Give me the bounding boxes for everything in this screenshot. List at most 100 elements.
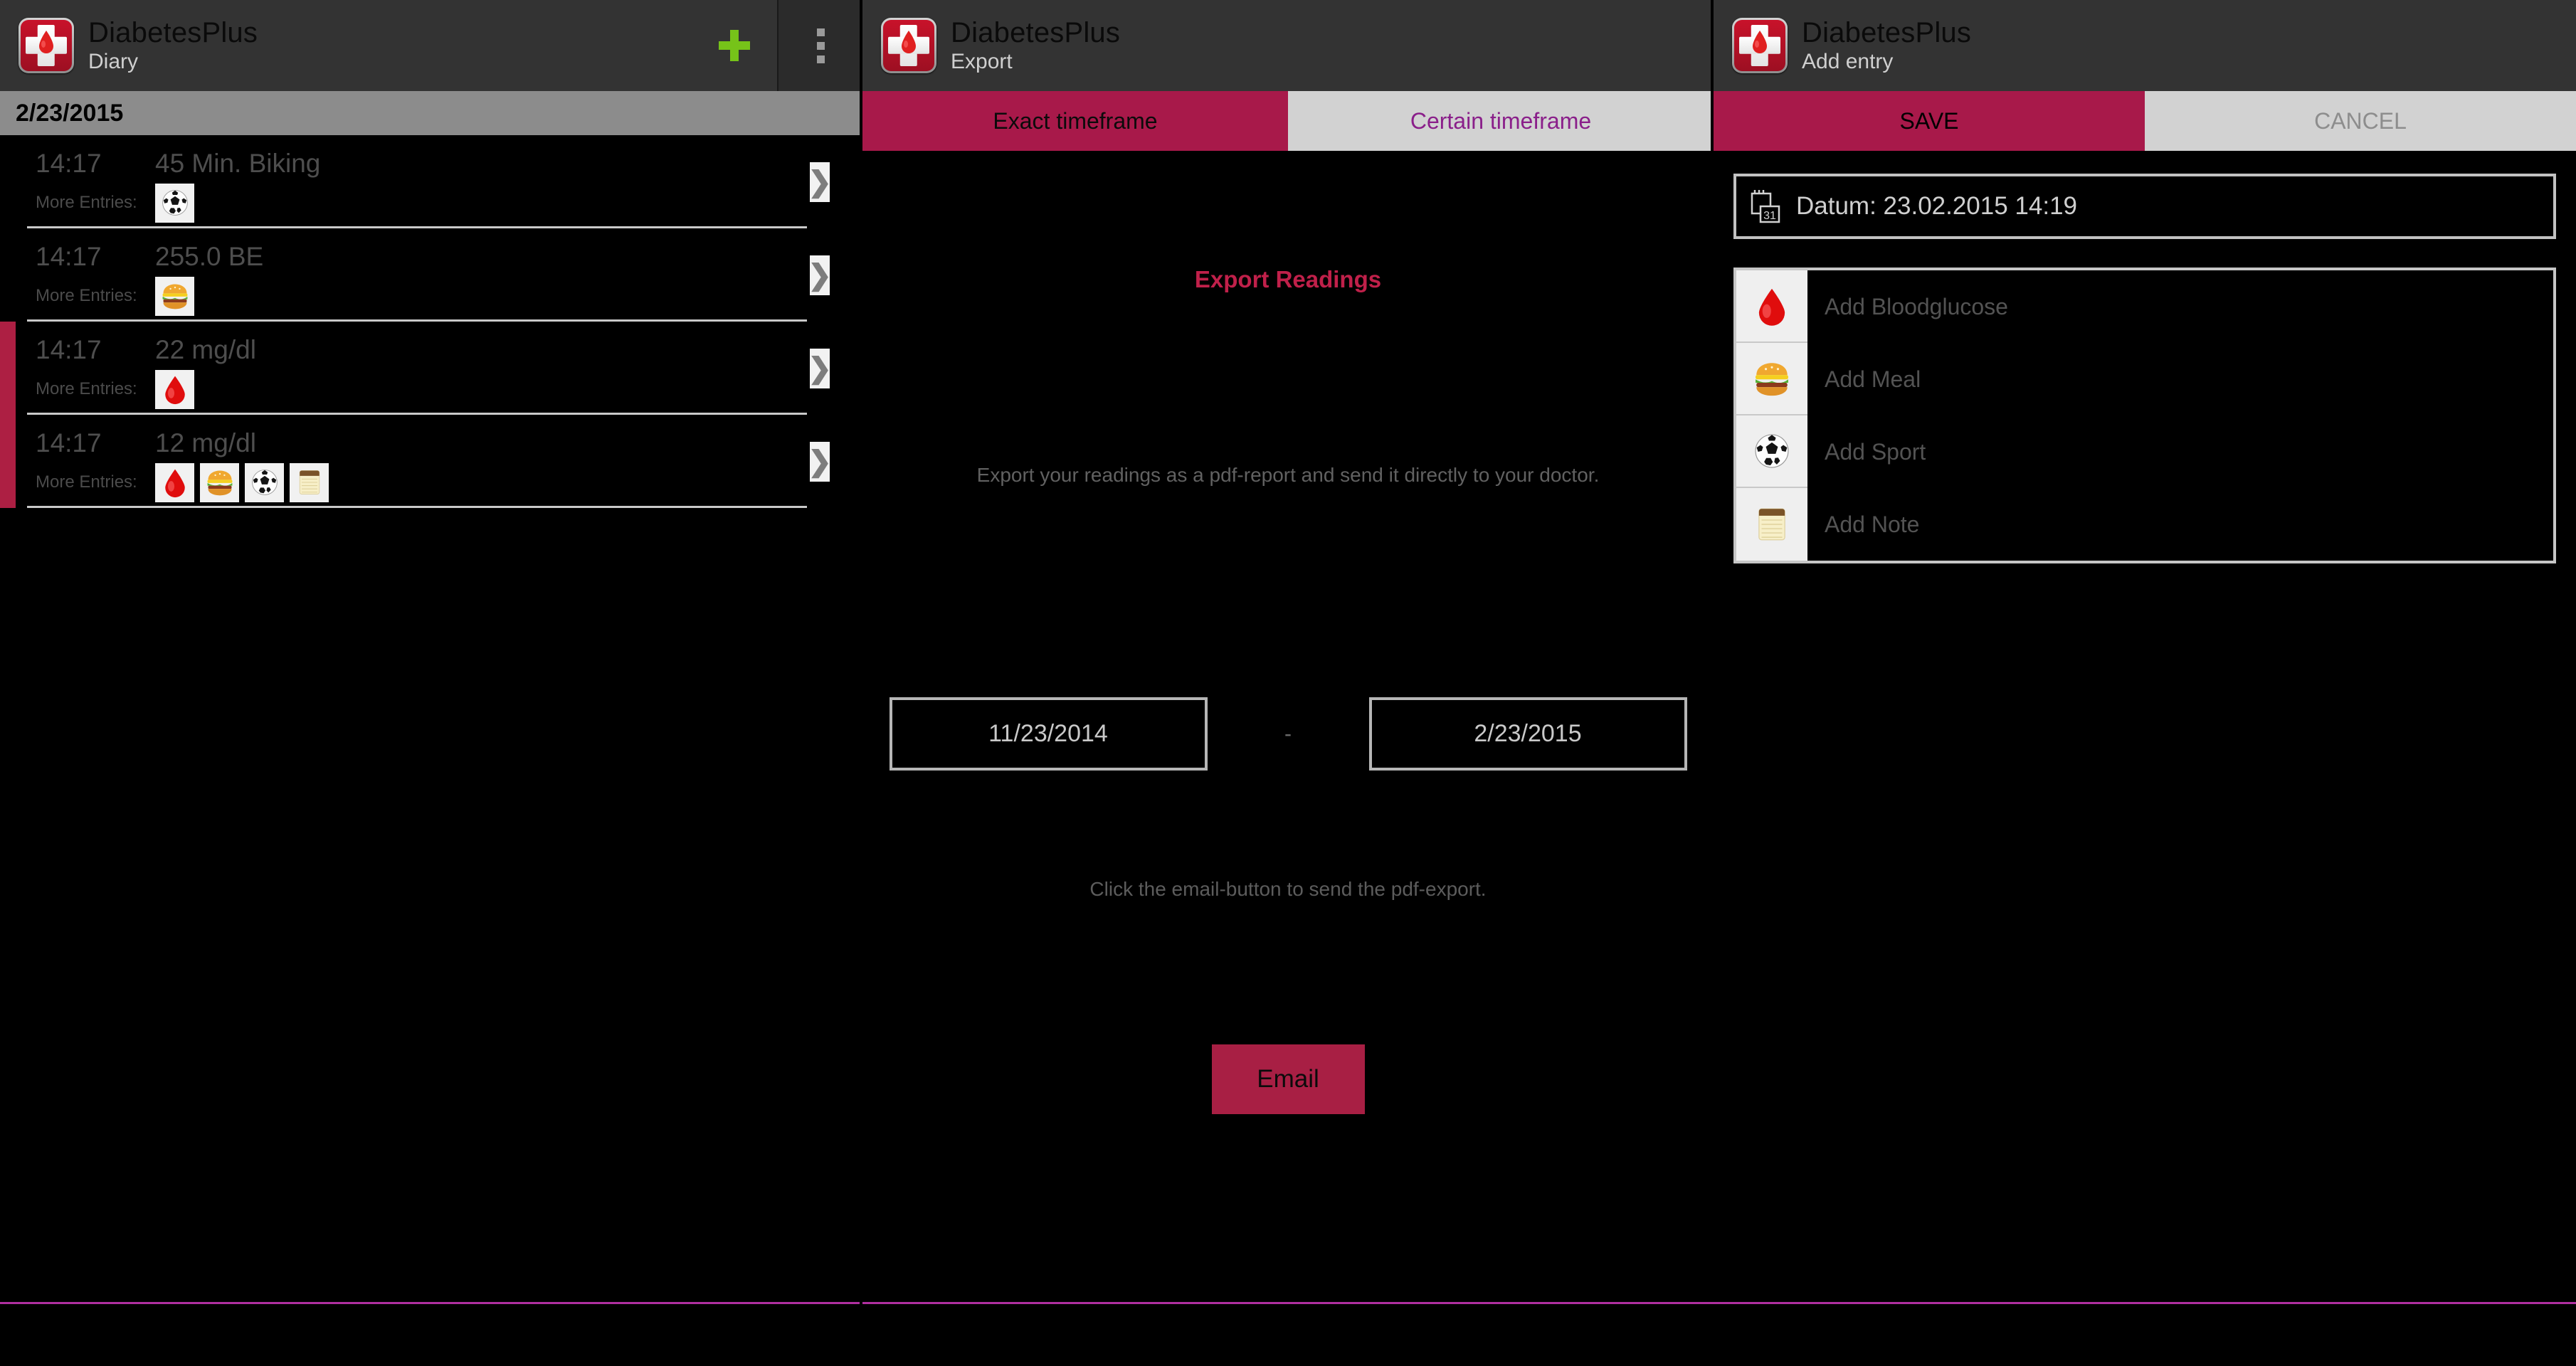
blood-drop-icon <box>164 376 185 405</box>
hamburger-icon <box>207 470 232 496</box>
hamburger-icon-tile <box>155 276 194 316</box>
add-entry-option[interactable]: Add Sport <box>1736 415 2553 488</box>
add-entry-option[interactable]: Add Bloodglucose <box>1736 270 2553 343</box>
soccer-ball-icon <box>162 190 188 216</box>
blood-drop-icon <box>1753 31 1767 54</box>
overflow-menu-icon <box>816 28 825 63</box>
entry-icon-strip <box>155 462 329 502</box>
tab-certain-timeframe[interactable]: Certain timeframe <box>1288 91 1714 151</box>
diary-entry-row[interactable]: 14:17 12 mg/dl More Entries: ❯ <box>0 415 862 508</box>
entry-primary-line: 14:17 45 Min. Biking <box>0 147 862 181</box>
datum-field[interactable]: 31 Datum: 23.02.2015 14:19 <box>1733 174 2556 239</box>
export-content: Export Readings Export your readings as … <box>862 151 1714 1366</box>
save-button[interactable]: SAVE <box>1714 91 2145 151</box>
entry-primary-line: 14:17 22 mg/dl <box>0 333 862 367</box>
screen: DiabetesPlus Diary 2/23/2015 14:17 45 Min… <box>0 0 2576 1366</box>
add-entry-option-label: Add Meal <box>1807 343 2553 415</box>
notepad-icon <box>1758 508 1785 541</box>
bottom-rule-diary <box>0 1302 860 1304</box>
date-from-field[interactable]: 11/23/2014 <box>889 697 1208 771</box>
screen-subtitle: Add entry <box>1802 50 1894 74</box>
soccer-ball-icon <box>1755 434 1789 468</box>
more-entries-label: More Entries: <box>36 286 137 305</box>
bottom-rule-export <box>862 1302 1714 1304</box>
plus-icon <box>719 30 750 61</box>
add-entry-panel: DiabetesPlus Add entry SAVE CANCEL 31 Da… <box>1714 0 2576 1366</box>
hamburger-icon-tile <box>200 462 239 502</box>
app-logo-icon <box>19 18 74 73</box>
entry-details-chevron-icon[interactable]: ❯ <box>808 162 832 202</box>
diary-entry-row[interactable]: 14:17 45 Min. Biking More Entries: ❯ <box>0 135 862 228</box>
export-titles: DiabetesPlus Export <box>951 18 1120 73</box>
add-entry-content: 31 Datum: 23.02.2015 14:19 Add Bloodgluc… <box>1714 151 2576 563</box>
entry-secondary-line: More Entries: <box>0 181 862 225</box>
add-entry-action-bar: DiabetesPlus Add entry <box>1714 0 2576 91</box>
overflow-menu-button[interactable] <box>777 0 862 91</box>
add-entry-button-bar: SAVE CANCEL <box>1714 91 2576 151</box>
app-logo-icon <box>1732 18 1788 73</box>
entry-primary-line: 14:17 255.0 BE <box>0 240 862 274</box>
entry-icon-strip <box>155 276 194 316</box>
soccer-ball-icon-tile <box>245 462 284 502</box>
datum-value: Datum: 23.02.2015 14:19 <box>1796 192 2078 220</box>
add-entry-options-list: Add Bloodglucose Add Meal Add Sport Add Not… <box>1733 268 2556 563</box>
more-entries-label: More Entries: <box>36 193 137 212</box>
add-entry-option[interactable]: Add Note <box>1736 488 2553 561</box>
blood-drop-icon <box>1758 288 1785 326</box>
export-heading: Export Readings <box>1194 266 1382 292</box>
hamburger-icon <box>162 284 187 309</box>
screen-subtitle: Diary <box>88 50 139 74</box>
diary-entry-row[interactable]: 14:17 255.0 BE More Entries: ❯ <box>0 228 862 322</box>
hamburger-icon <box>1756 363 1788 396</box>
entry-icon-strip <box>155 369 194 409</box>
export-tab-bar: Exact timeframe Certain timeframe <box>862 91 1714 151</box>
date-from-value: 11/23/2014 <box>988 720 1108 747</box>
diary-panel: DiabetesPlus Diary 2/23/2015 14:17 45 Min… <box>0 0 862 1366</box>
entry-value: 12 mg/dl <box>155 428 256 457</box>
diary-date-header: 2/23/2015 <box>0 91 862 135</box>
diary-entry-row[interactable]: 14:17 22 mg/dl More Entries: ❯ <box>0 322 862 415</box>
more-entries-label: More Entries: <box>36 379 137 398</box>
date-to-field[interactable]: 2/23/2015 <box>1368 697 1687 771</box>
entry-details-chevron-icon[interactable]: ❯ <box>808 441 832 482</box>
add-entry-option-label: Add Bloodglucose <box>1807 270 2553 343</box>
entry-primary-line: 14:17 12 mg/dl <box>0 426 862 460</box>
save-label: SAVE <box>1899 107 1959 134</box>
export-panel: DiabetesPlus Export Exact timeframe Cert… <box>862 0 1714 1366</box>
email-button[interactable]: Email <box>1211 1044 1365 1114</box>
notepad-icon-tile <box>1736 488 1807 561</box>
entry-secondary-line: More Entries: <box>0 367 862 411</box>
email-button-wrap: Email <box>862 1044 1714 1114</box>
screen-subtitle: Export <box>951 50 1013 74</box>
cancel-button[interactable]: CANCEL <box>2145 91 2576 151</box>
more-entries-label: More Entries: <box>36 472 137 492</box>
entry-value: 22 mg/dl <box>155 335 256 364</box>
add-entry-option-label: Add Sport <box>1807 415 2553 488</box>
diary-action-bar: DiabetesPlus Diary <box>0 0 862 91</box>
export-action-bar: DiabetesPlus Export <box>862 0 1714 91</box>
entry-icon-strip <box>155 183 194 223</box>
add-entry-option[interactable]: Add Meal <box>1736 343 2553 415</box>
entry-details-chevron-icon[interactable]: ❯ <box>808 348 832 388</box>
tab-exact-timeframe[interactable]: Exact timeframe <box>862 91 1288 151</box>
app-title: DiabetesPlus <box>951 17 1121 49</box>
entry-secondary-line: More Entries: <box>0 460 862 504</box>
entry-time: 14:17 <box>36 242 102 271</box>
entry-details-chevron-icon[interactable]: ❯ <box>808 255 832 295</box>
entry-time: 14:17 <box>36 335 102 364</box>
notepad-icon-tile <box>290 462 329 502</box>
tab-label: Exact timeframe <box>993 107 1158 134</box>
notepad-icon <box>299 470 320 494</box>
calendar-icon: 31 <box>1751 190 1780 223</box>
hamburger-icon-tile <box>1736 343 1807 415</box>
blood-drop-icon-tile <box>1736 270 1807 343</box>
add-entry-button[interactable] <box>692 0 777 91</box>
entry-secondary-line: More Entries: <box>0 274 862 318</box>
blood-drop-icon <box>39 31 53 54</box>
export-description: Export your readings as a pdf-report and… <box>976 464 1600 486</box>
soccer-ball-icon <box>251 470 278 495</box>
entry-divider <box>27 506 807 508</box>
diary-titles: DiabetesPlus Diary <box>88 18 258 73</box>
entry-value: 255.0 BE <box>155 242 264 271</box>
date-to-value: 2/23/2015 <box>1474 720 1582 747</box>
